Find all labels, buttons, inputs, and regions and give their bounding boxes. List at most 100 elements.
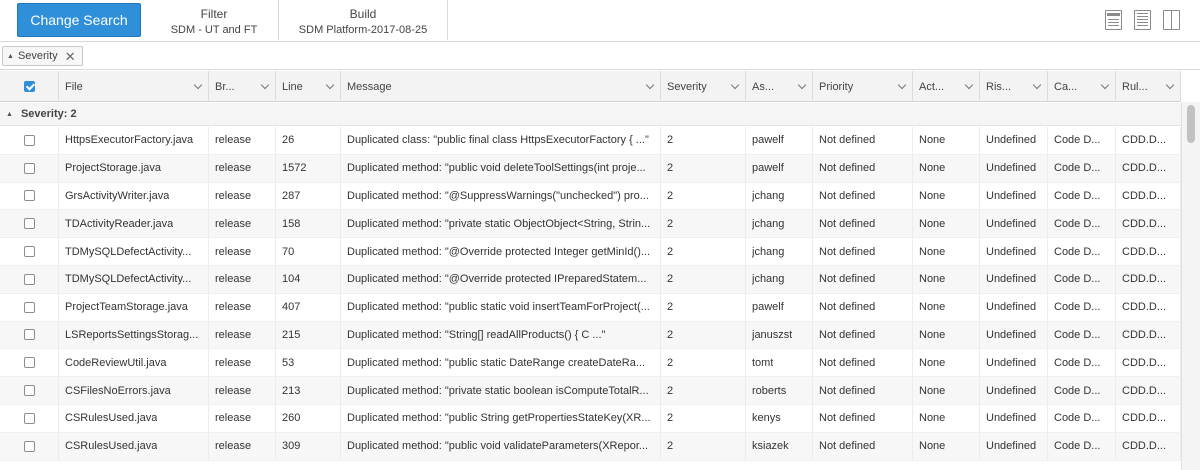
chevron-down-icon[interactable] bbox=[260, 80, 270, 90]
chevron-down-icon[interactable] bbox=[730, 80, 740, 90]
row-checkbox[interactable] bbox=[23, 218, 35, 230]
chevron-down-icon[interactable] bbox=[325, 80, 335, 90]
table-row[interactable]: ProjectStorage.java release 1572 Duplicated… bbox=[0, 154, 1181, 183]
column-header-priority[interactable]: Priority bbox=[813, 71, 913, 102]
table-row[interactable]: CodeReviewUtil.java release 53 Duplicated m… bbox=[0, 349, 1181, 378]
chevron-down-icon[interactable] bbox=[1100, 80, 1110, 90]
cell-branch: release bbox=[209, 182, 276, 210]
column-header-assignee[interactable]: As... bbox=[746, 71, 813, 102]
cell-text: 2 bbox=[667, 273, 674, 286]
table-row[interactable]: CSFilesNoErrors.java release 213 Duplicated… bbox=[0, 377, 1181, 405]
table-row[interactable]: LSReportsSettingsStorag... release 215 Dupl… bbox=[0, 321, 1181, 350]
cell-action: None bbox=[913, 154, 980, 182]
row-checkbox[interactable] bbox=[23, 329, 35, 341]
cell-risk: Undefined bbox=[980, 293, 1048, 321]
layout-top-detail-icon[interactable] bbox=[1105, 10, 1122, 30]
cell-text: Not defined bbox=[819, 273, 876, 286]
row-checkbox[interactable] bbox=[23, 412, 35, 424]
cell-text: TDMySQLDefectActivity... bbox=[65, 273, 192, 286]
cell-line: 287 bbox=[276, 182, 341, 210]
vertical-scrollbar[interactable] bbox=[1181, 102, 1200, 470]
cell-risk: Undefined bbox=[980, 349, 1048, 377]
cell-text: Code D... bbox=[1054, 273, 1101, 286]
filter-selector[interactable]: Filter SDM - UT and FT bbox=[150, 0, 279, 40]
table-row[interactable]: TDMySQLDefectActivity... release 70 Duplica… bbox=[0, 238, 1181, 266]
chevron-down-icon[interactable] bbox=[645, 80, 655, 90]
column-header-rule[interactable]: Rul... bbox=[1116, 71, 1181, 102]
row-checkbox[interactable] bbox=[23, 190, 35, 202]
change-search-button[interactable]: Change Search bbox=[17, 3, 141, 37]
cell-action: None bbox=[913, 210, 980, 238]
column-header-risk[interactable]: Ris... bbox=[980, 71, 1048, 102]
cell-assignee: jchang bbox=[746, 238, 813, 265]
cell-text: Undefined bbox=[986, 162, 1037, 175]
cell-line: 213 bbox=[276, 377, 341, 404]
cell-text: CSRulesUsed.java bbox=[65, 440, 158, 453]
cell-risk: Undefined bbox=[980, 182, 1048, 210]
table-row[interactable]: HttpsExecutorFactory.java release 26 Duplic… bbox=[0, 127, 1181, 155]
table-row[interactable]: CSRulesUsed.java release 309 Duplicated met… bbox=[0, 432, 1181, 461]
chevron-down-icon[interactable] bbox=[1032, 80, 1042, 90]
column-header-file[interactable]: File bbox=[59, 71, 209, 102]
chevron-down-icon[interactable] bbox=[1165, 80, 1175, 90]
group-row-severity[interactable]: ▲ Severity: 2 bbox=[0, 103, 1181, 126]
row-checkbox[interactable] bbox=[23, 134, 35, 146]
cell-text: ProjectTeamStorage.java bbox=[65, 301, 188, 314]
row-checkbox[interactable] bbox=[23, 162, 35, 174]
column-header-category[interactable]: Ca... bbox=[1048, 71, 1116, 102]
layout-list-icon[interactable] bbox=[1134, 10, 1151, 30]
column-header-label: Line bbox=[282, 80, 303, 93]
cell-file: CSRulesUsed.java bbox=[59, 404, 209, 432]
cell-text: 2 bbox=[667, 412, 674, 425]
build-selector[interactable]: Build SDM Platform-2017-08-25 bbox=[279, 0, 448, 40]
group-chip-severity[interactable]: ▲ Severity ✕ bbox=[2, 46, 83, 66]
row-checkbox[interactable] bbox=[23, 273, 35, 285]
cell-text: release bbox=[215, 273, 252, 286]
cell-severity: 2 bbox=[661, 182, 746, 210]
row-checkbox[interactable] bbox=[23, 357, 35, 369]
cell-severity: 2 bbox=[661, 154, 746, 182]
row-checkbox[interactable] bbox=[23, 440, 35, 452]
chevron-down-icon[interactable] bbox=[797, 80, 807, 90]
row-checkbox-cell bbox=[0, 377, 59, 404]
layout-split-icon[interactable] bbox=[1163, 10, 1180, 30]
row-checkbox-cell bbox=[0, 210, 59, 238]
column-header-severity[interactable]: Severity bbox=[661, 71, 746, 102]
cell-text: 213 bbox=[282, 384, 301, 397]
column-header-line[interactable]: Line bbox=[276, 71, 341, 102]
table-row[interactable]: CSRulesUsed.java release 260 Duplicated met… bbox=[0, 404, 1181, 433]
table-row[interactable]: TDMySQLDefectActivity... release 104 Duplic… bbox=[0, 265, 1181, 294]
scrollbar-thumb[interactable] bbox=[1187, 105, 1195, 143]
cell-file: ProjectTeamStorage.java bbox=[59, 293, 209, 321]
column-header-action[interactable]: Act... bbox=[913, 71, 980, 102]
cell-text: 2 bbox=[667, 134, 674, 147]
row-checkbox[interactable] bbox=[23, 301, 35, 313]
cell-branch: release bbox=[209, 210, 276, 238]
select-all-checkbox[interactable] bbox=[23, 81, 35, 92]
column-header-message[interactable]: Message bbox=[341, 71, 661, 102]
table-row[interactable]: GrsActivityWriter.java release 287 Duplicat… bbox=[0, 182, 1181, 211]
table-row[interactable]: ProjectTeamStorage.java release 407 Duplica… bbox=[0, 293, 1181, 322]
column-header-label: Ca... bbox=[1054, 80, 1078, 93]
close-icon[interactable]: ✕ bbox=[65, 50, 76, 63]
cell-text: None bbox=[919, 384, 946, 397]
cell-priority: Not defined bbox=[813, 432, 913, 460]
collapse-arrow-icon[interactable]: ▲ bbox=[6, 111, 13, 118]
cell-text: CDD.D... bbox=[1122, 440, 1166, 453]
row-checkbox[interactable] bbox=[23, 246, 35, 258]
cell-line: 26 bbox=[276, 127, 341, 154]
chevron-down-icon[interactable] bbox=[964, 80, 974, 90]
cell-category: Code D... bbox=[1048, 210, 1116, 238]
cell-text: Duplicated method: "public void validate… bbox=[347, 440, 649, 453]
group-chip-label: Severity bbox=[17, 50, 58, 62]
cell-text: Undefined bbox=[986, 245, 1037, 258]
row-checkbox[interactable] bbox=[23, 385, 35, 397]
column-header-branch[interactable]: Br... bbox=[209, 71, 276, 102]
table-row[interactable]: TDActivityReader.java release 158 Duplicate… bbox=[0, 210, 1181, 239]
row-checkbox-cell bbox=[0, 265, 59, 293]
cell-text: 407 bbox=[282, 301, 301, 314]
chevron-down-icon[interactable] bbox=[193, 80, 203, 90]
chevron-down-icon[interactable] bbox=[897, 80, 907, 90]
row-checkbox-cell bbox=[0, 293, 59, 321]
cell-text: Code D... bbox=[1054, 245, 1101, 258]
